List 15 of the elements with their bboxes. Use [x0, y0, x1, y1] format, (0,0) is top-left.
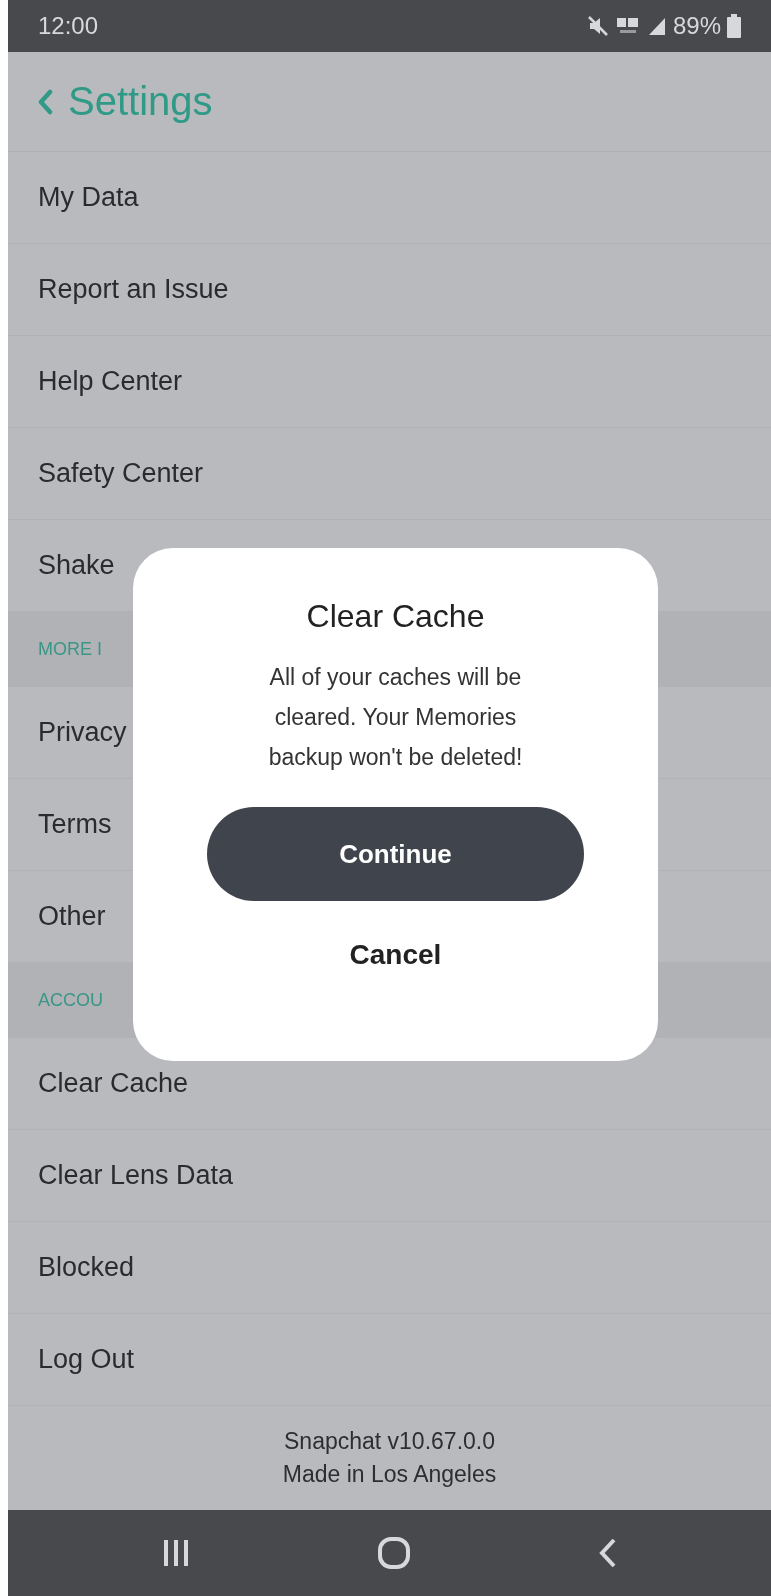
settings-row[interactable]: Clear Lens Data — [8, 1130, 771, 1222]
footer-text: Made in Los Angeles — [282, 1461, 497, 1488]
footer-text: Snapchat v10.67.0.0 — [284, 1428, 495, 1455]
settings-row[interactable]: Safety Center — [8, 428, 771, 520]
continue-button[interactable]: Continue — [207, 807, 584, 901]
settings-row[interactable]: Log Out — [8, 1314, 771, 1406]
battery-percent: 89% — [672, 12, 721, 40]
settings-row[interactable]: Report an Issue — [8, 244, 771, 336]
battery-icon — [727, 14, 741, 38]
settings-row[interactable]: My Data — [8, 152, 771, 244]
mute-icon — [586, 15, 609, 37]
page-title: Settings — [68, 79, 213, 124]
settings-row[interactable]: Help Center — [8, 336, 771, 428]
settings-row[interactable]: Blocked — [8, 1222, 771, 1314]
status-time: 12:00 — [38, 12, 99, 40]
